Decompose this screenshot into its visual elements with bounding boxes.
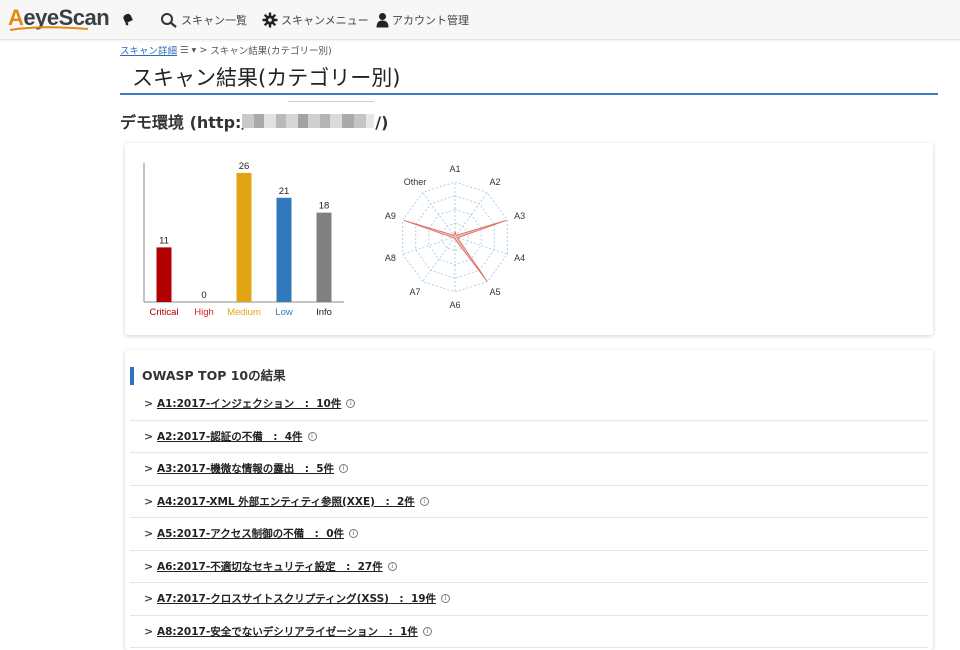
owasp-item-label[interactable]: A1:2017-インジェクション : 10件: [157, 396, 341, 411]
radar-axis-label-a6: A6: [449, 300, 460, 310]
title-divider: [120, 93, 938, 95]
info-icon[interactable]: i: [441, 594, 451, 604]
owasp-item-a3[interactable]: > A3:2017-機微な情報の露出 : 5件 i: [130, 453, 928, 486]
bar-value-label-critical: 11: [159, 235, 169, 246]
owasp-item-a1[interactable]: > A1:2017-インジェクション : 10件 i: [130, 388, 928, 421]
environment-title-suffix: /): [375, 113, 389, 132]
breadcrumb: スキャン詳細 ☰ ▾ > スキャン結果(カテゴリー別): [120, 43, 332, 58]
bar-value-label-medium: 26: [239, 161, 250, 172]
redacted-url-mosaic: [242, 114, 374, 128]
radar-axis-label-a5: A5: [489, 287, 500, 297]
logo-swoosh-icon: [10, 26, 88, 31]
info-icon[interactable]: i: [346, 399, 356, 409]
nav-scan-menu-label: スキャンメニュー: [281, 14, 369, 27]
nav-scan-list-label: スキャン一覧: [181, 14, 247, 27]
owasp-item-a6[interactable]: > A6:2017-不適切なセキュリティ設定 : 27件 i: [130, 551, 928, 583]
nav-account-label: アカウント管理: [392, 14, 469, 27]
chevron-right-icon: >: [144, 527, 154, 541]
owasp-item-a5[interactable]: > A5:2017-アクセス制御の不備 : 0件 i: [130, 518, 928, 551]
radar-axis-label-a2: A2: [489, 177, 500, 187]
nav-account[interactable]: アカウント管理: [376, 11, 469, 29]
owasp-item-label[interactable]: A7:2017-クロスサイトスクリプティング(XSS) : 19件: [157, 591, 436, 606]
bar-value-label-info: 18: [319, 201, 330, 212]
top-navbar: AeyeScan スキャン一覧 スキャンメニュー アカウント管理: [0, 0, 960, 40]
search-icon: [161, 13, 177, 28]
owasp-list: > A1:2017-インジェクション : 10件 i > A2:2017-認証の不備 :…: [130, 388, 928, 648]
chevron-right-icon: >: [144, 624, 154, 638]
owasp-results-card: OWASP TOP 10の結果 > A1:2017-インジェクション : 10件 i…: [125, 350, 933, 650]
gear-icon: [262, 12, 278, 28]
summary-charts-card: 11 Critical 0 High 26 Medium 21 Low 18 Info A1 A2 A…: [125, 143, 933, 335]
bar-value-label-high: 0: [201, 290, 206, 301]
owasp-section-title: OWASP TOP 10の結果: [130, 367, 286, 385]
bar-category-label-low: Low: [275, 307, 293, 318]
radar-axis-label-a7: A7: [410, 287, 421, 297]
severity-bar-chart: 11 Critical 0 High 26 Medium 21 Low 18 Info: [143, 161, 344, 318]
chevron-right-icon: >: [144, 592, 154, 606]
info-icon[interactable]: i: [419, 496, 429, 506]
chevron-right-icon: >: [144, 462, 154, 476]
breadcrumb-separator: >: [199, 44, 208, 56]
bar-category-label-info: Info: [316, 307, 332, 318]
radar-axis-label-a9: A9: [385, 211, 396, 221]
info-icon[interactable]: i: [422, 626, 432, 636]
owasp-item-label[interactable]: A4:2017-XML 外部エンティティ参照(XXE) : 2件: [157, 494, 415, 509]
owasp-item-label[interactable]: A3:2017-機微な情報の露出 : 5件: [157, 461, 334, 476]
breadcrumb-current: スキャン結果(カテゴリー別): [210, 46, 332, 57]
notification-bell-icon[interactable]: [121, 12, 135, 26]
owasp-item-a8[interactable]: > A8:2017-安全でないデシリアライゼーション : 1件 i: [130, 616, 928, 648]
bar-value-label-low: 21: [279, 186, 290, 197]
owasp-item-label[interactable]: A6:2017-不適切なセキュリティ設定 : 27件: [157, 559, 383, 574]
owasp-item-label[interactable]: A5:2017-アクセス制御の不備 : 0件: [157, 526, 344, 541]
bar-low[interactable]: [276, 197, 292, 302]
user-icon: [376, 13, 389, 28]
owasp-item-a2[interactable]: > A2:2017-認証の不備 : 4件 i: [130, 421, 928, 453]
chevron-right-icon: >: [144, 559, 154, 573]
environment-title-prefix: デモ環境 (http:/: [120, 113, 248, 132]
bar-category-label-medium: Medium: [227, 307, 261, 318]
nav-scan-menu[interactable]: スキャンメニュー: [262, 11, 369, 29]
nav-scan-list[interactable]: スキャン一覧: [160, 11, 247, 29]
owasp-item-a4[interactable]: > A4:2017-XML 外部エンティティ参照(XXE) : 2件 i: [130, 486, 928, 518]
bar-critical[interactable]: [156, 247, 172, 302]
owasp-radar-chart: A1 A2 A3 A4 A5 A6 A7 A8 A9 Other: [385, 164, 525, 310]
info-icon[interactable]: i: [349, 529, 359, 539]
radar-axis-label-a4: A4: [514, 253, 525, 263]
info-icon[interactable]: i: [339, 464, 349, 474]
info-icon[interactable]: i: [307, 431, 317, 441]
chevron-right-icon: >: [144, 429, 154, 443]
page-title: スキャン結果(カテゴリー別): [132, 66, 401, 90]
bar-category-label-critical: Critical: [149, 307, 178, 318]
redaction-line: [288, 101, 374, 102]
bar-medium[interactable]: [236, 172, 252, 302]
breadcrumb-scan-detail-link[interactable]: スキャン詳細: [120, 43, 177, 57]
radar-axis-label-a1: A1: [449, 164, 460, 174]
bar-info[interactable]: [316, 212, 332, 302]
owasp-item-label[interactable]: A8:2017-安全でないデシリアライゼーション : 1件: [157, 624, 418, 639]
radar-axis-label-other: Other: [404, 177, 427, 187]
owasp-item-a7[interactable]: > A7:2017-クロスサイトスクリプティング(XSS) : 19件 i: [130, 583, 928, 616]
chevron-right-icon: >: [144, 494, 154, 508]
radar-axis-label-a8: A8: [385, 253, 396, 263]
chevron-right-icon: >: [144, 397, 154, 411]
breadcrumb-menu-icon[interactable]: ☰ ▾: [180, 45, 196, 56]
owasp-item-label[interactable]: A2:2017-認証の不備 : 4件: [157, 429, 303, 444]
radar-axis-label-a3: A3: [514, 211, 525, 221]
info-icon[interactable]: i: [387, 561, 397, 571]
bar-category-label-high: High: [194, 307, 214, 318]
